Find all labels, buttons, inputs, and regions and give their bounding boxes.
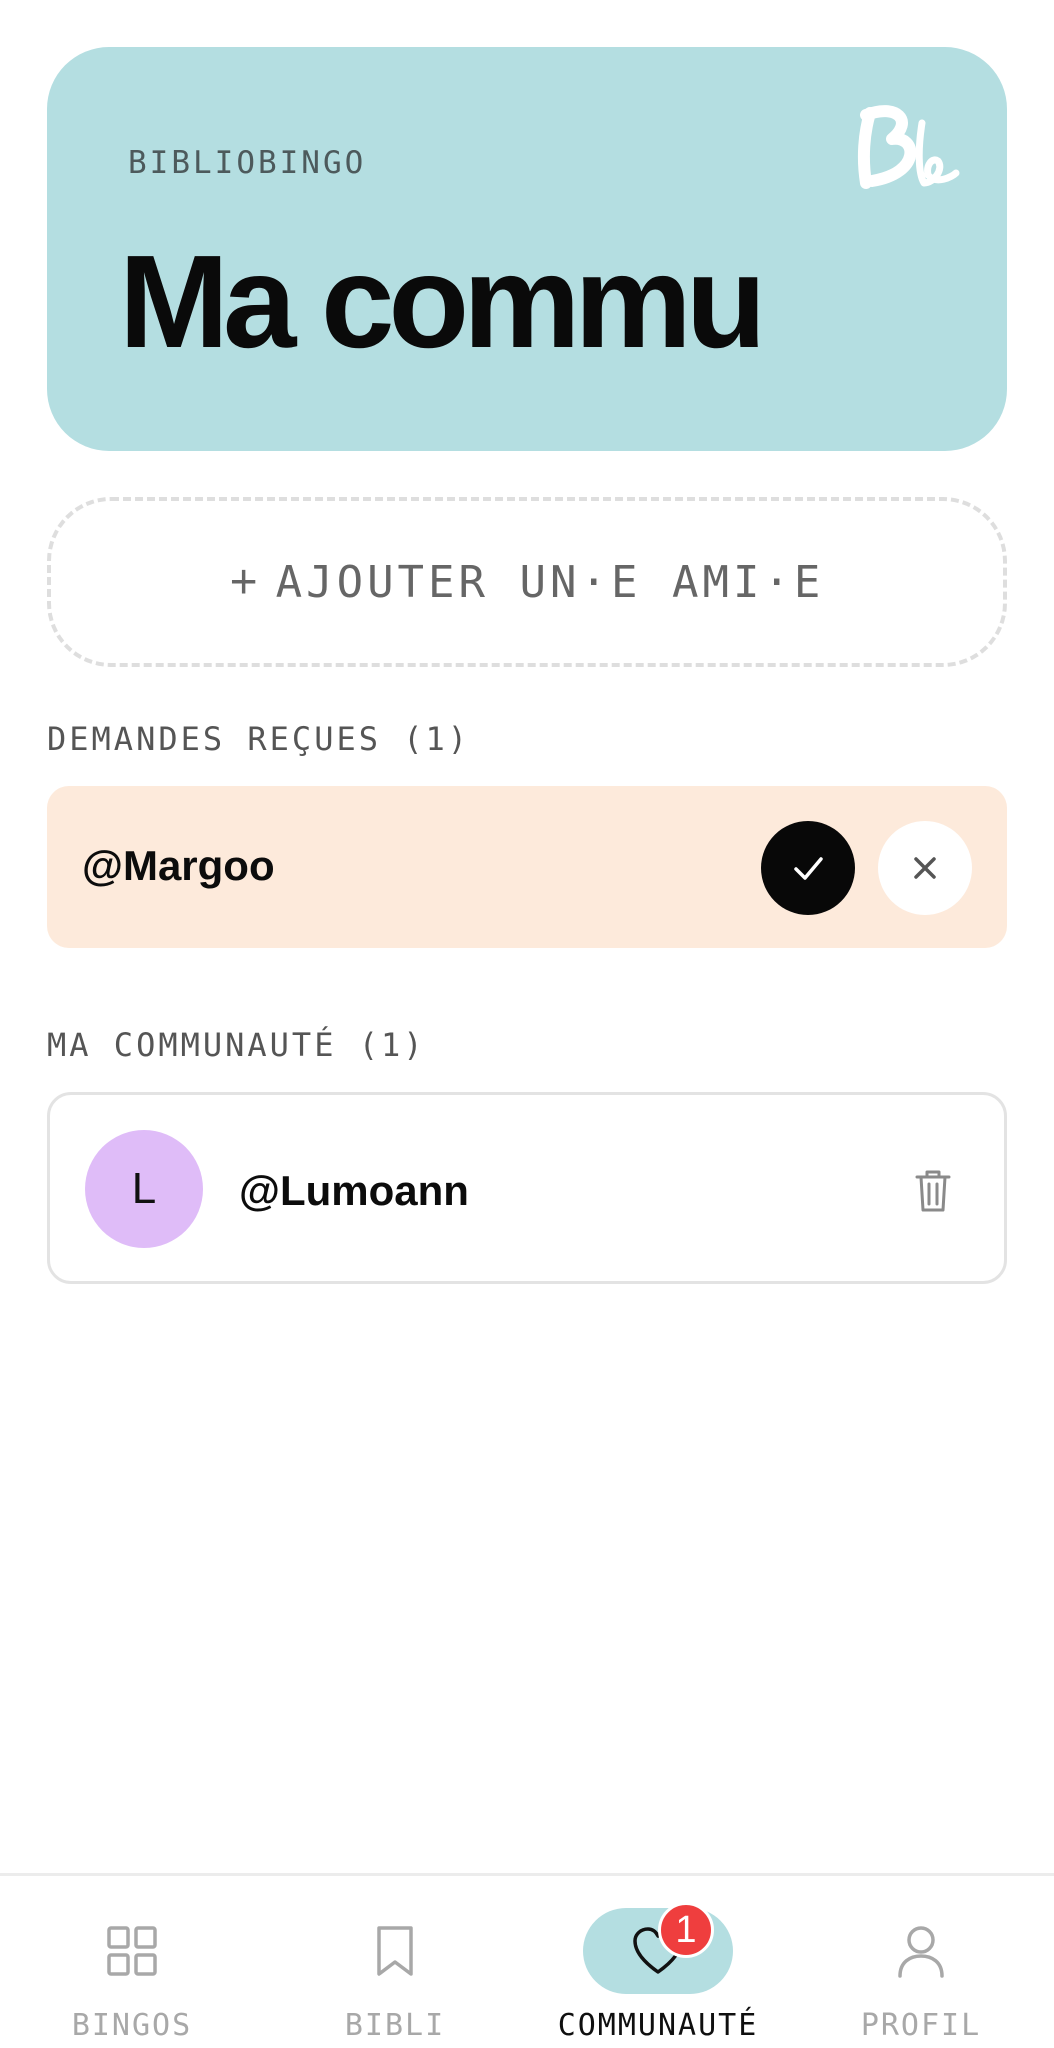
- app-name: BIBLIOBINGO: [128, 145, 367, 181]
- nav-label: COMMUNAUTÉ: [557, 2008, 759, 2043]
- check-icon: [794, 857, 823, 880]
- remove-friend-button[interactable]: [907, 1163, 959, 1219]
- requests-section-label: DEMANDES REÇUES (1): [47, 720, 471, 758]
- avatar: L: [85, 1130, 203, 1248]
- nav-icon-container: [57, 1908, 207, 1994]
- trash-icon: [915, 1170, 951, 1212]
- user-icon: [898, 1926, 944, 1978]
- decline-request-button[interactable]: [878, 821, 972, 915]
- nav-item-bingos[interactable]: BINGOS: [0, 1876, 264, 2048]
- nav-item-profil[interactable]: PROFIL: [789, 1876, 1053, 2048]
- nav-label: BINGOS: [71, 2008, 193, 2043]
- community-section-label: MA COMMUNAUTÉ (1): [47, 1026, 426, 1064]
- bibliobingo-logo: [857, 105, 960, 189]
- header-card: BIBLIOBINGO Ma commu: [47, 47, 1007, 451]
- close-icon: [914, 857, 936, 879]
- nav-label: PROFIL: [860, 2008, 982, 2043]
- request-username: @Margoo: [82, 842, 275, 889]
- notification-badge: 1: [658, 1902, 714, 1958]
- nav-label: BIBLI: [344, 2008, 446, 2043]
- bottom-navigation: BINGOS BIBLI COMMUNAUTÉ PROFIL 1: [0, 1873, 1054, 2048]
- page-title: Ma commu: [119, 228, 766, 375]
- plus-icon: +: [229, 555, 258, 609]
- nav-icon-container: [320, 1908, 470, 1994]
- accept-request-button[interactable]: [761, 821, 855, 915]
- friend-request-card: @Margoo: [47, 786, 1007, 948]
- nav-icon-container: [846, 1908, 996, 1994]
- nav-item-bibli[interactable]: BIBLI: [263, 1876, 527, 2048]
- friend-card: L @Lumoann: [47, 1092, 1007, 1284]
- add-friend-label: AJOUTER UN·E AMI·E: [275, 556, 825, 608]
- community-page: BIBLIOBINGO Ma commu + AJOUTER UN·E AMI·…: [0, 0, 1054, 2048]
- grid-icon: [107, 1926, 157, 1976]
- nav-item-communaute[interactable]: COMMUNAUTÉ: [526, 1876, 790, 2048]
- add-friend-button[interactable]: + AJOUTER UN·E AMI·E: [47, 497, 1007, 667]
- bookmark-icon: [377, 1926, 413, 1976]
- friend-username: @Lumoann: [239, 1167, 469, 1214]
